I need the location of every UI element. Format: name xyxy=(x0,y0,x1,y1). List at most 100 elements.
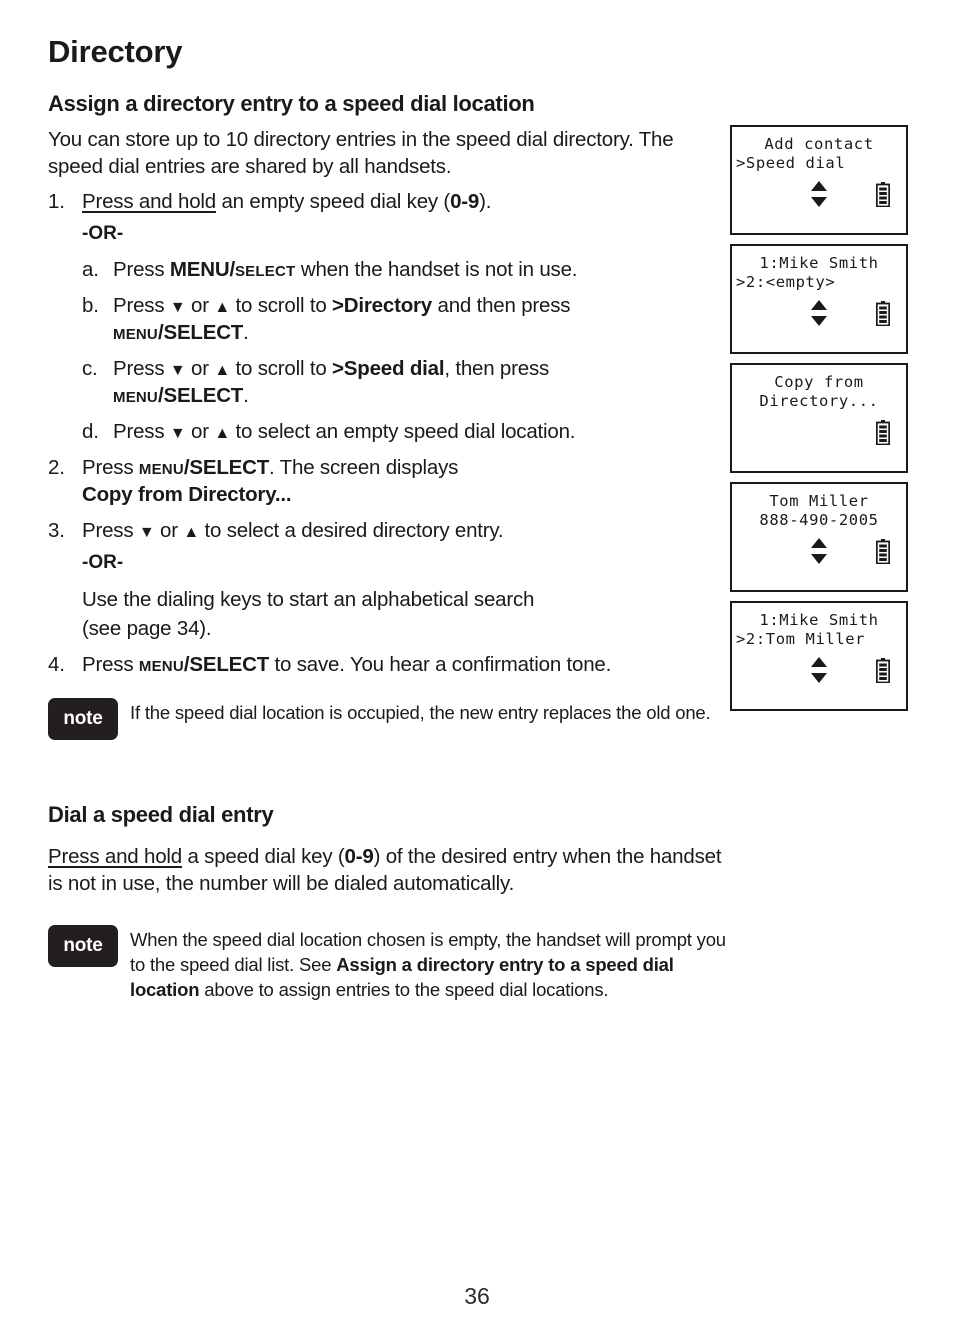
lcd-icon-row xyxy=(732,300,906,326)
step-1-lead: Press and hold xyxy=(82,189,216,213)
step-3-marker: 3. xyxy=(48,519,65,543)
substep-a: a. Press MENU/SELECT when the handset is… xyxy=(82,256,728,283)
note-block-2: note When the speed dial location chosen… xyxy=(48,925,728,1003)
lcd-line-1: Add contact xyxy=(764,135,874,153)
lcd-icon-row xyxy=(732,419,906,445)
lcd-screen: 1:Mike Smith >2:Tom Miller xyxy=(730,601,908,711)
lcd-screen-column: Add contact >Speed dial 1:Mike Smith >2:… xyxy=(730,125,908,720)
or-label-2: -OR- xyxy=(82,552,124,574)
step-1-rest-b: ). xyxy=(479,189,492,213)
lcd-line-2: >Speed dial xyxy=(736,154,846,173)
substep-b-or: or xyxy=(185,294,215,318)
lcd-line-2: >2:<empty> xyxy=(736,273,836,292)
lcd-line-1: 1:Mike Smith xyxy=(759,611,879,629)
step-3: 3. Press ▼ or ▲ to select a desired dire… xyxy=(48,517,728,641)
section-heading-dial-label: Dial a speed dial entry xyxy=(48,801,274,827)
substep-d-or: or xyxy=(185,420,215,444)
updown-arrow-icon xyxy=(809,538,829,564)
up-triangle-icon: ▲ xyxy=(214,362,231,380)
up-triangle-icon: ▲ xyxy=(214,299,231,317)
substep-a-key-menu: MENU/ xyxy=(169,258,235,282)
step-3-pre: Press xyxy=(82,519,139,543)
page-number: 36 xyxy=(464,1283,490,1309)
substep-c-target: >Speed dial xyxy=(332,357,445,381)
substep-c-marker: c. xyxy=(82,357,98,381)
substep-c-key-menu: MENU xyxy=(113,389,158,407)
battery-icon xyxy=(876,301,890,326)
substep-a-post: when the handset is not in use. xyxy=(295,258,578,282)
substep-b-mid: to scroll to xyxy=(230,294,333,318)
step-3-or: or xyxy=(154,519,184,543)
substep-c-post: , then press xyxy=(444,357,550,381)
substep-d: d. Press ▼ or ▲ to select an empty speed… xyxy=(82,418,728,445)
battery-icon xyxy=(876,539,890,564)
substep-d-post: to select an empty speed dial location. xyxy=(230,420,576,444)
step-3-post: to select a desired directory entry. xyxy=(199,519,504,543)
up-triangle-icon: ▲ xyxy=(183,524,200,542)
step-1-alternative-block: -OR- a. Press MENU/SELECT when the hands… xyxy=(82,221,728,445)
lcd-line-2: Directory... xyxy=(759,392,879,411)
note-2-text-b: above to assign entries to the speed dia… xyxy=(199,979,609,1001)
step-2-key-menu: MENU xyxy=(138,461,184,479)
updown-arrow-icon xyxy=(809,300,829,326)
substep-d-marker: d. xyxy=(82,420,99,444)
battery-icon xyxy=(876,182,890,207)
page-content: Directory Assign a directory entry to a … xyxy=(48,35,728,1003)
substep-a-key-select: SELECT xyxy=(234,263,296,281)
updown-arrow-icon xyxy=(809,657,829,683)
substep-d-pre: Press xyxy=(113,420,170,444)
section2-lead: Press and hold xyxy=(48,845,182,868)
lcd-icon-row xyxy=(732,538,906,564)
manual-page: Directory Assign a directory entry to a … xyxy=(0,0,954,1338)
substep-c: c. Press ▼ or ▲ to scroll to >Speed dial… xyxy=(82,355,728,409)
note-text-1: If the speed dial location is occupied, … xyxy=(130,701,711,723)
step-1-keys: 0-9 xyxy=(450,189,480,213)
lcd-line-1: Tom Miller xyxy=(769,492,869,510)
step-1-rest-a: an empty speed dial key ( xyxy=(215,189,451,213)
substep-c-or: or xyxy=(185,357,215,381)
substep-b-pre: Press xyxy=(113,294,170,318)
note-text-2: When the speed dial location chosen is e… xyxy=(130,925,728,1003)
substep-b-key-menu: MENU xyxy=(113,326,158,344)
assign-steps-list: 1. Press and hold an empty speed dial ke… xyxy=(48,188,728,678)
down-triangle-icon: ▼ xyxy=(169,362,186,380)
substep-c-end: . xyxy=(243,384,249,408)
section2-paragraph: Press and hold a speed dial key (0-9) of… xyxy=(48,843,728,897)
lcd-line-2: >2:Tom Miller xyxy=(736,630,866,649)
substep-a-marker: a. xyxy=(82,258,99,282)
section-heading-assign: Assign a directory entry to a speed dial… xyxy=(48,90,535,116)
step-4-key-menu: MENU xyxy=(138,657,184,675)
step-2-post: . The screen displays xyxy=(269,456,459,480)
note-badge: note xyxy=(48,697,118,740)
lcd-screen: Add contact >Speed dial xyxy=(730,125,908,235)
step-4-marker: 4. xyxy=(48,652,65,676)
step-2: 2. Press MENU/SELECT. The screen display… xyxy=(48,454,728,508)
assign-substeps-list: a. Press MENU/SELECT when the handset is… xyxy=(82,256,728,445)
lcd-icon-row xyxy=(732,181,906,207)
step-3-alt-line-1: Use the dialing keys to start an alphabe… xyxy=(82,587,535,611)
battery-icon xyxy=(876,420,890,445)
step-4-post: to save. You hear a confirmation tone. xyxy=(269,652,612,676)
section2-keys: 0-9 xyxy=(344,845,374,868)
down-triangle-icon: ▼ xyxy=(138,524,155,542)
step-2-pre: Press xyxy=(82,456,139,480)
lcd-screen: Tom Miller 888-490-2005 xyxy=(730,482,908,592)
down-triangle-icon: ▼ xyxy=(169,299,186,317)
lcd-screen: Copy from Directory... xyxy=(730,363,908,473)
lcd-line-1: Copy from xyxy=(774,373,864,391)
section-heading-dial: Dial a speed dial entry xyxy=(48,802,728,827)
substep-c-key-select: /SELECT xyxy=(157,384,244,408)
updown-arrow-icon xyxy=(809,181,829,207)
step-3-alt-line-2: (see page 34). xyxy=(82,616,212,640)
substep-c-pre: Press xyxy=(113,357,170,381)
or-label-1: -OR- xyxy=(82,222,124,244)
lcd-line-1: 1:Mike Smith xyxy=(759,254,879,272)
down-triangle-icon: ▼ xyxy=(169,425,186,443)
step-2-marker: 2. xyxy=(48,456,65,480)
lcd-line-2: 888-490-2005 xyxy=(759,511,879,530)
substep-c-mid: to scroll to xyxy=(230,357,333,381)
step-1-marker: 1. xyxy=(48,189,65,213)
substep-b-post: and then press xyxy=(432,294,571,318)
step-4: 4. Press MENU/SELECT to save. You hear a… xyxy=(48,651,728,678)
substep-b: b. Press ▼ or ▲ to scroll to >Directory … xyxy=(82,292,728,346)
